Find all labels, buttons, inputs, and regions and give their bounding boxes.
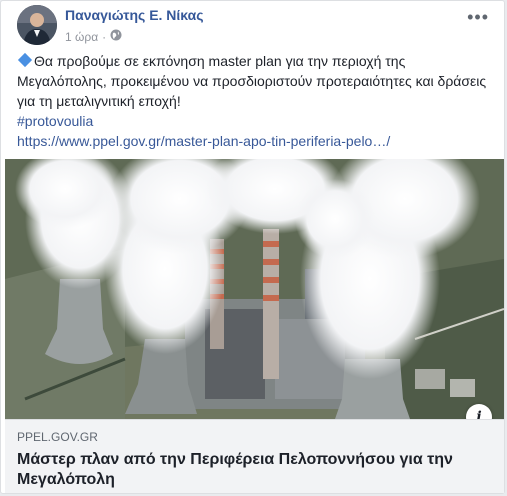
- blue-diamond-icon: [17, 52, 33, 68]
- link-preview-image[interactable]: i: [5, 159, 504, 419]
- hashtag-link[interactable]: #protovoulia: [17, 113, 93, 129]
- link-domain: PPEL.GOV.GR: [17, 430, 98, 444]
- more-options-icon[interactable]: •••: [467, 7, 489, 28]
- post-meta: 1 ώρα ·: [65, 29, 122, 44]
- author-name[interactable]: Παναγιώτης Ε. Νίκας: [65, 7, 204, 23]
- link-title[interactable]: Μάστερ πλαν από την Περιφέρεια Πελοποννή…: [17, 450, 492, 490]
- post-text-block: Θα προβούμε σε εκπόνηση master plan για …: [17, 51, 487, 151]
- post-text: Θα προβούμε σε εκπόνηση master plan για …: [17, 53, 487, 109]
- author-avatar[interactable]: [17, 5, 57, 45]
- link-preview-card[interactable]: PPEL.GOV.GR Μάστερ πλαν από την Περιφέρε…: [5, 419, 504, 493]
- post-header: Παναγιώτης Ε. Νίκας 1 ώρα · •••: [17, 5, 489, 45]
- post-timestamp[interactable]: 1 ώρα: [65, 30, 98, 44]
- post-url-link[interactable]: https://www.ppel.gov.gr/master-plan-apo-…: [17, 133, 390, 149]
- globe-icon: [110, 29, 122, 44]
- feed-post: Παναγιώτης Ε. Νίκας 1 ώρα · ••• Θα προβο…: [0, 0, 505, 494]
